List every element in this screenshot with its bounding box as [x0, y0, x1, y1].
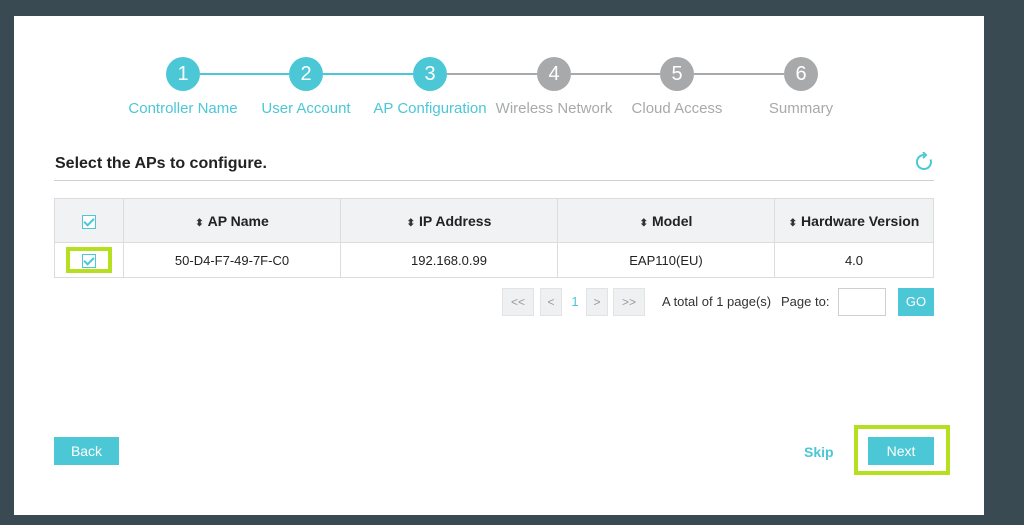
row-checkbox[interactable] — [82, 253, 96, 268]
prev-page-button[interactable]: < — [540, 288, 562, 316]
column-header-ip-address[interactable]: ⬍ IP Address — [340, 198, 558, 243]
window-frame-top — [0, 0, 1024, 16]
table-header-row: ⬍ AP Name ⬍ IP Address ⬍ Model ⬍ Hardware Ve… — [54, 198, 934, 243]
step-number: 6 — [784, 57, 818, 91]
page-number-input[interactable] — [838, 288, 886, 316]
column-label: AP Name — [207, 212, 269, 229]
skip-link[interactable]: Skip — [804, 444, 834, 460]
last-page-button[interactable]: >> — [613, 288, 645, 316]
step-number: 3 — [413, 57, 447, 91]
sort-icon: ⬍ — [639, 217, 648, 229]
column-label: IP Address — [419, 212, 492, 229]
step-number: 1 — [166, 57, 200, 91]
next-page-button[interactable]: > — [586, 288, 608, 316]
sort-icon: ⬍ — [195, 217, 204, 229]
next-button[interactable]: Next — [868, 437, 934, 465]
go-button[interactable]: GO — [898, 288, 934, 316]
back-button[interactable]: Back — [54, 437, 119, 465]
step-label: Controller Name — [128, 100, 238, 117]
window-frame-left — [0, 0, 14, 525]
select-all-header — [54, 198, 124, 243]
page-total-text: A total of 1 page(s) — [662, 294, 772, 309]
section-title: Select the APs to configure. — [55, 155, 267, 172]
select-all-checkbox[interactable] — [82, 214, 96, 229]
current-page[interactable]: 1 — [568, 288, 582, 316]
step-number: 2 — [289, 57, 323, 91]
wizard-stepper: 1 Controller Name 2 User Account 3 AP Co… — [14, 16, 974, 126]
step-number: 5 — [660, 57, 694, 91]
page-to-label: Page to: — [781, 294, 830, 309]
column-header-hardware-version[interactable]: ⬍ Hardware Version — [774, 198, 934, 243]
step-connector — [447, 73, 537, 75]
cell-ap-name: 50-D4-F7-49-7F-C0 — [123, 242, 341, 278]
step-connector — [694, 73, 784, 75]
column-header-model[interactable]: ⬍ Model — [557, 198, 775, 243]
setup-wizard-panel: 1 Controller Name 2 User Account 3 AP Co… — [14, 16, 974, 515]
table-row: 50-D4-F7-49-7F-C0 192.168.0.99 EAP110(EU… — [54, 242, 934, 278]
section-divider — [54, 180, 934, 181]
step-number: 4 — [537, 57, 571, 91]
ap-table: ⬍ AP Name ⬍ IP Address ⬍ Model ⬍ Hardware Ve… — [54, 198, 934, 278]
row-checkbox-highlight — [66, 247, 112, 273]
step-label: Cloud Access — [631, 100, 723, 117]
step-label: Summary — [768, 100, 834, 117]
cell-ip-address: 192.168.0.99 — [340, 242, 558, 278]
first-page-button[interactable]: << — [502, 288, 534, 316]
step-label: AP Configuration — [373, 100, 487, 117]
cell-model: EAP110(EU) — [557, 242, 775, 278]
cell-hardware-version: 4.0 — [774, 242, 934, 278]
step-connector — [200, 73, 289, 75]
refresh-icon[interactable] — [914, 152, 934, 172]
step-connector — [323, 73, 413, 75]
sort-icon: ⬍ — [406, 217, 415, 229]
row-select-cell — [54, 242, 124, 278]
window-frame-bottom — [0, 515, 1024, 525]
step-connector — [571, 73, 660, 75]
step-label: User Account — [261, 100, 351, 117]
step-label: Wireless Network — [495, 100, 613, 117]
column-header-ap-name[interactable]: ⬍ AP Name — [123, 198, 341, 243]
window-frame-right — [984, 0, 1024, 525]
sort-icon: ⬍ — [788, 217, 798, 229]
column-label: Model — [651, 212, 693, 229]
column-label: Hardware Version — [801, 212, 920, 229]
